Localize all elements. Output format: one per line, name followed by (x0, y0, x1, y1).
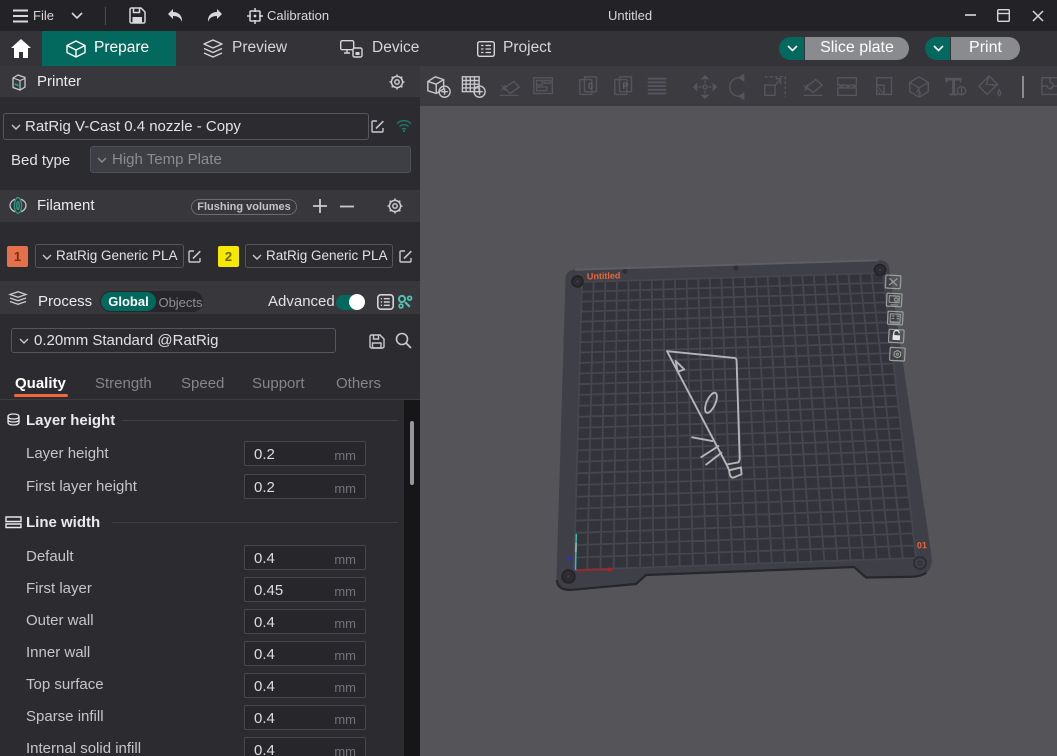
svg-text:01: 01 (917, 540, 927, 550)
svg-text:Untitled: Untitled (587, 270, 621, 281)
